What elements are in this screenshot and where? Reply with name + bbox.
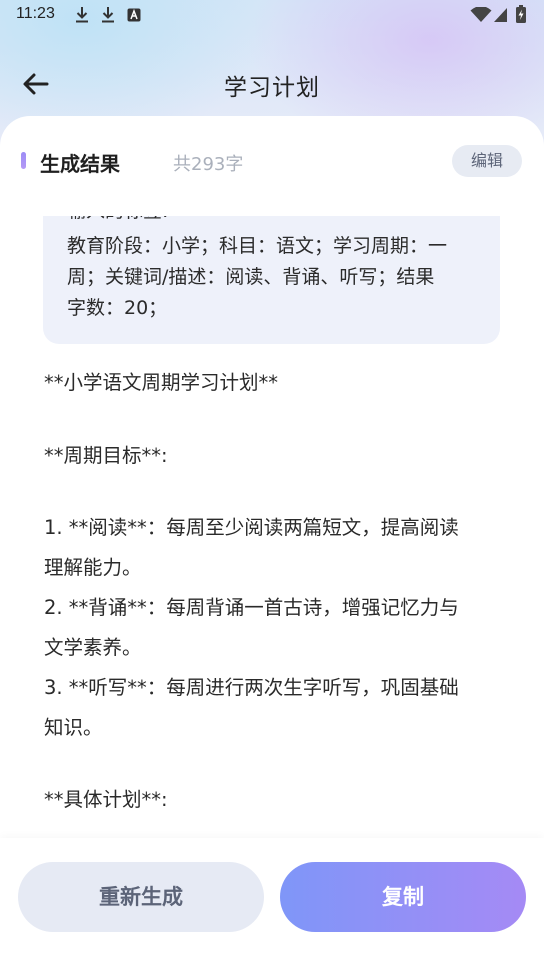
input-tags-box: 输入的标签: 教育阶段：小学；科目：语文；学习周期：一 周；关键词/描述：阅读、… [43, 216, 500, 344]
section-accent-bar [21, 152, 26, 169]
goal-item: 3. **听写**：每周进行两次生字听写，巩固基础 [44, 676, 459, 699]
download-icon [102, 7, 114, 23]
plan-title: **小学语文周期学习计划** [44, 371, 279, 394]
goals-heading: **周期目标**: [44, 444, 168, 467]
goal-item-continued: 知识。 [44, 716, 103, 739]
page-title: 学习计划 [224, 75, 320, 101]
section-title: 生成结果 [40, 152, 120, 176]
edit-button[interactable]: 编辑 [452, 145, 522, 177]
input-tags-line: 周；关键词/描述：阅读、背诵、听写；结果 [67, 266, 435, 288]
battery-charging-icon [516, 5, 526, 23]
goal-item-continued: 理解能力。 [44, 556, 142, 579]
status-bar: 11:23 [0, 0, 544, 32]
wifi-icon [470, 7, 492, 22]
result-scroll-area[interactable]: 输入的标签: 教育阶段：小学；科目：语文；学习周期：一 周；关键词/描述：阅读、… [0, 216, 544, 838]
word-count: 共293字 [173, 154, 244, 175]
input-tags-label: 输入的标签: [67, 216, 476, 227]
status-time: 11:23 [16, 5, 55, 22]
text-app-icon [127, 8, 141, 22]
input-tags-line: 字数：20； [67, 297, 168, 319]
input-tags-line: 教育阶段：小学；科目：语文；学习周期：一 [67, 235, 448, 257]
goal-item-continued: 文学素养。 [44, 636, 142, 659]
copy-button[interactable]: 复制 [280, 862, 526, 932]
goal-item: 2. **背诵**：每周背诵一首古诗，增强记忆力与 [44, 596, 459, 619]
app-header: 学习计划 [0, 56, 544, 112]
signal-icon [494, 8, 507, 22]
download-icon [76, 7, 88, 23]
plan-heading: **具体计划**: [44, 788, 168, 811]
goal-item: 1. **阅读**：每周至少阅读两篇短文，提高阅读 [44, 516, 459, 539]
regenerate-button[interactable]: 重新生成 [18, 862, 264, 932]
